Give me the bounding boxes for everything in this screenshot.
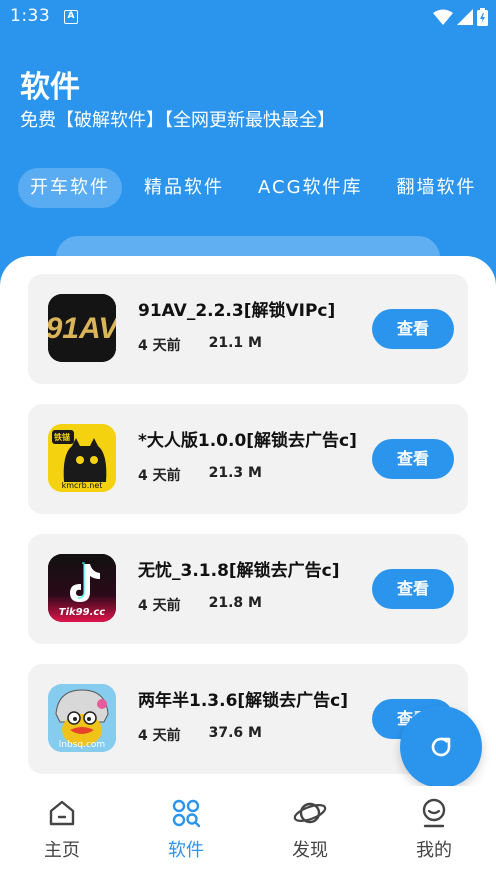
icon-url-text: Tik99.cc (58, 607, 106, 618)
icon-badge-text: 铁锚 (54, 433, 70, 442)
icon-url-text: lnbsq.com (58, 740, 106, 750)
app-card[interactable]: 91AV 91AV_2.2.3[解锁VIPc] 4 天前 21.1 M 查看 (28, 274, 468, 384)
black-cat-icon: 铁锚 kmcrb.net (48, 424, 116, 492)
91av-logo-icon: 91AV (48, 294, 116, 362)
bottom-navigation: 主页 软件 发现 我的 (0, 786, 496, 881)
cartoon-bird-icon: lnbsq.com (48, 684, 116, 752)
app-size: 37.6 M (208, 725, 262, 741)
view-button[interactable]: 查看 (372, 309, 454, 349)
app-name: 91AV_2.2.3[解锁VIPc] (138, 301, 336, 321)
battery-icon (477, 8, 488, 26)
tab-kaiche[interactable]: 开车软件 (18, 168, 122, 208)
app-meta: 4 天前 21.8 M (138, 595, 262, 615)
app-list-sheet: 91AV 91AV_2.2.3[解锁VIPc] 4 天前 21.1 M 查看 铁… (0, 256, 496, 786)
app-age: 4 天前 (138, 728, 181, 744)
app-name: 两年半1.3.6[解锁去广告c] (138, 691, 349, 711)
refresh-button[interactable] (400, 706, 482, 788)
tab-fanqiang[interactable]: 翻墙软件 (385, 168, 489, 208)
status-bar: 1:33 A (0, 0, 496, 34)
app-card[interactable]: 铁锚 kmcrb.net *大人版1.0.0[解锁去广告c] 4 天前 21.3… (28, 404, 468, 514)
page-title: 软件 (20, 70, 80, 105)
apps-grid-icon (172, 799, 201, 828)
profile-icon (422, 798, 446, 828)
app-age: 4 天前 (138, 598, 181, 614)
notification-icon: A (64, 10, 78, 24)
nav-discover-label: 发现 (292, 840, 328, 861)
nav-software-label: 软件 (168, 840, 204, 861)
nav-home-label: 主页 (44, 840, 80, 861)
app-name: 无忧_3.1.8[解锁去广告c] (138, 561, 340, 581)
app-card[interactable]: Tik99.cc 无忧_3.1.8[解锁去广告c] 4 天前 21.8 M 查看 (28, 534, 468, 644)
app-size: 21.1 M (208, 335, 262, 351)
home-icon (49, 800, 75, 826)
nav-software[interactable]: 软件 (124, 786, 248, 881)
app-age: 4 天前 (138, 468, 181, 484)
view-button[interactable]: 查看 (372, 569, 454, 609)
category-tabs: 开车软件 精品软件 ACG软件库 翻墙软件 (18, 167, 496, 209)
refresh-icon (431, 737, 451, 757)
status-icons (433, 7, 488, 27)
app-size: 21.3 M (208, 465, 262, 481)
nav-mine[interactable]: 我的 (372, 786, 496, 881)
planet-icon (293, 802, 327, 824)
app-name: *大人版1.0.0[解锁去广告c] (138, 431, 357, 451)
app-age: 4 天前 (138, 338, 181, 354)
nav-mine-label: 我的 (416, 840, 452, 861)
nav-home[interactable]: 主页 (0, 786, 124, 881)
status-time: 1:33 (10, 6, 51, 26)
nav-discover[interactable]: 发现 (248, 786, 372, 881)
icon-url-text: kmcrb.net (61, 481, 103, 490)
view-button[interactable]: 查看 (372, 439, 454, 479)
svg-text:91AV: 91AV (48, 312, 116, 345)
app-meta: 4 天前 21.1 M (138, 335, 262, 355)
app-meta: 4 天前 21.3 M (138, 465, 262, 485)
signal-icon (457, 9, 473, 25)
tab-jingpin[interactable]: 精品软件 (132, 168, 236, 208)
tiktok-style-icon: Tik99.cc (48, 554, 116, 622)
wifi-icon (433, 9, 453, 25)
page-subtitle: 免费【破解软件】【全网更新最快最全】 (20, 110, 335, 131)
tab-acg[interactable]: ACG软件库 (246, 168, 375, 208)
app-meta: 4 天前 37.6 M (138, 725, 262, 745)
app-size: 21.8 M (208, 595, 262, 611)
